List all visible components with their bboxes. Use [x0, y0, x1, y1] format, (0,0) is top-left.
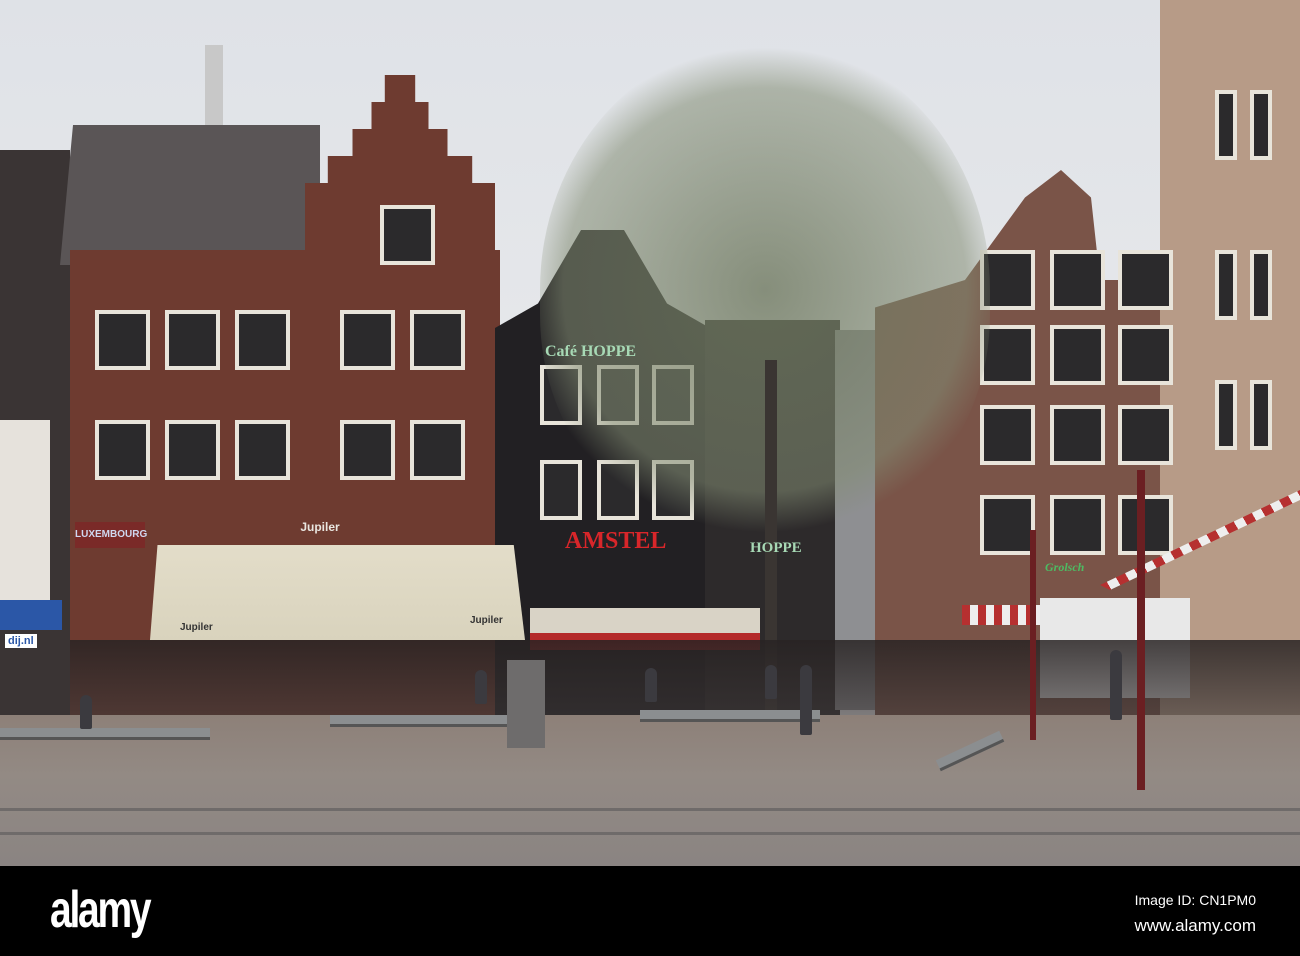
person [765, 665, 777, 699]
street-lamp [1030, 530, 1036, 740]
bench [330, 715, 510, 727]
blue-awning [0, 600, 62, 630]
window [1118, 325, 1173, 385]
window [95, 420, 150, 480]
window [1050, 405, 1105, 465]
window [1250, 250, 1272, 320]
window [165, 420, 220, 480]
dij-sign: dij.nl [5, 634, 37, 648]
hoppe-lower-sign: HOPPE [750, 540, 802, 556]
person [1110, 650, 1122, 720]
bench [640, 710, 820, 722]
grolsch-sign: Grolsch [1045, 560, 1085, 574]
window [1118, 405, 1173, 465]
amstel-sign: AMSTEL [565, 528, 667, 554]
window [1050, 495, 1105, 555]
statue-pedestal [507, 660, 545, 748]
window [1250, 90, 1272, 160]
street-lamp [1137, 470, 1145, 790]
window [95, 310, 150, 370]
window [1118, 250, 1173, 310]
window [1050, 250, 1105, 310]
window [980, 495, 1035, 555]
photo-amsterdam-square: LUXEMBOURG Jupiler Jupiler Jupiler Café … [0, 0, 1300, 866]
window [1215, 250, 1237, 320]
left-white-bay [0, 420, 50, 600]
window [340, 310, 395, 370]
person [80, 695, 92, 729]
tram-track [0, 808, 1300, 811]
window [165, 310, 220, 370]
window [980, 405, 1035, 465]
watermark-bar [0, 866, 1300, 956]
window [540, 460, 582, 520]
window [410, 420, 465, 480]
window [380, 205, 435, 265]
chimney [205, 45, 223, 135]
person [800, 665, 812, 735]
window [410, 310, 465, 370]
luxembourg-sign: LUXEMBOURG [75, 522, 147, 548]
alamy-logo: alamy [50, 881, 152, 939]
image-id: Image ID: CN1PM0 [1134, 892, 1256, 908]
bench [0, 728, 210, 740]
person [645, 668, 657, 702]
tram-track [0, 832, 1300, 835]
window [1215, 380, 1237, 450]
window [1118, 495, 1173, 555]
person [475, 670, 487, 704]
window [1250, 380, 1272, 450]
jupiler-sign: Jupiler [300, 520, 340, 534]
website-link: www.alamy.com [1134, 916, 1256, 935]
window [340, 420, 395, 480]
window [235, 420, 290, 480]
window [1050, 325, 1105, 385]
jupiler-awning-label-right: Jupiler [470, 615, 503, 626]
roof-left [60, 125, 320, 265]
window [235, 310, 290, 370]
jupiler-awning-label-left: Jupiler [180, 622, 213, 633]
cafe-hoppe-sign: Café HOPPE [545, 343, 637, 360]
window [1215, 90, 1237, 160]
